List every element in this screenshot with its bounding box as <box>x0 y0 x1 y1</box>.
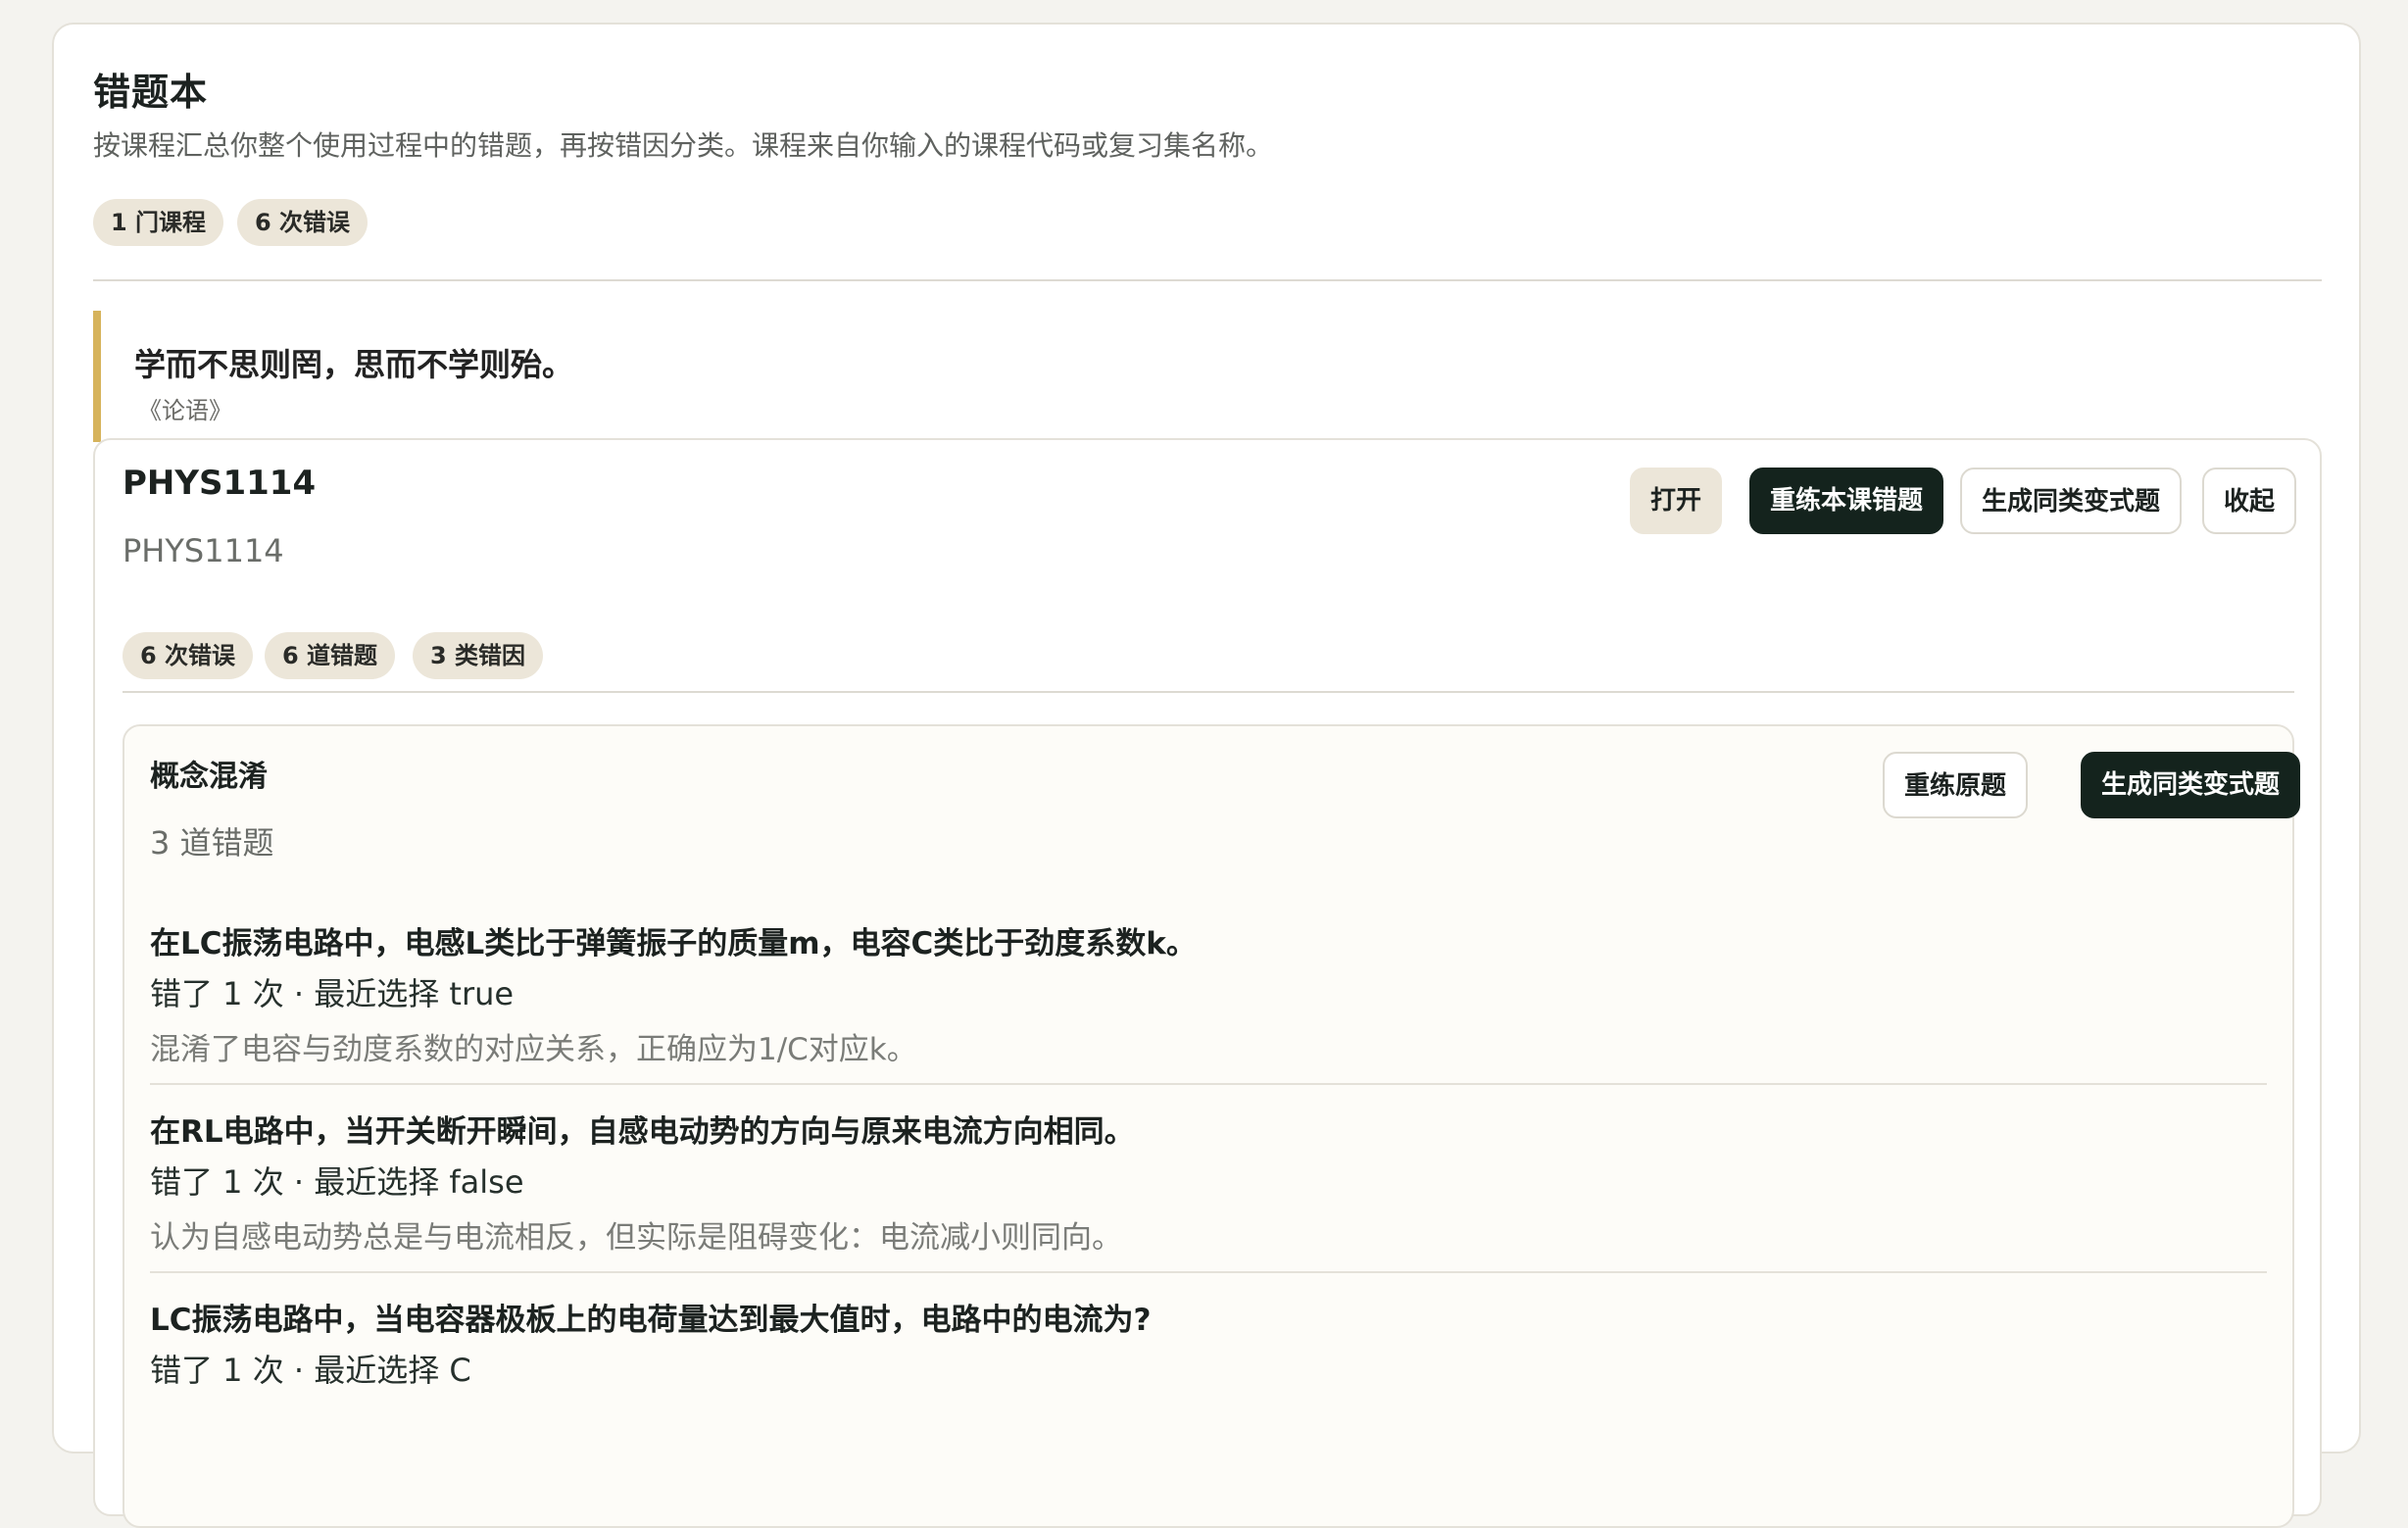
quote-source: 《论语》 <box>138 397 232 424</box>
badge-course-count: 1 门课程 <box>93 199 224 246</box>
course-code: PHYS1114 <box>123 464 317 503</box>
open-course-button[interactable]: 打开 <box>1630 468 1723 534</box>
mistake-meta: 错了 1 次 · 最近选择 C <box>150 1352 471 1389</box>
course-card: PHYS1114 PHYS1114 打开 重练本课错题 生成同类变式题 收起 6… <box>93 438 2322 1528</box>
mistake-note: 认为自感电动势总是与电流相反，但实际是阻碍变化：电流减小则同向。 <box>150 1220 1122 1256</box>
mistake-meta: 错了 1 次 · 最近选择 false <box>150 1163 524 1201</box>
mistake-item[interactable]: LC振荡电路中，当电容器极板上的电荷量达到最大值时，电路中的电流为? 错了 1 … <box>150 1295 2267 1461</box>
mistake-question: 在RL电路中，当开关断开瞬间，自感电动势的方向与原来电流方向相同。 <box>150 1114 1135 1150</box>
course-name: PHYS1114 <box>123 532 284 569</box>
quote-block: 学而不思则罔，思而不学则殆。 《论语》 <box>93 311 2328 442</box>
mistake-question: LC振荡电路中，当电容器极板上的电荷量达到最大值时，电路中的电流为? <box>150 1303 1152 1338</box>
header-divider <box>93 279 2322 281</box>
cause-group-card: 概念混淆 3 道错题 重练原题 生成同类变式题 在LC振荡电路中，电感L类比于弹… <box>123 724 2301 1528</box>
course-divider <box>123 691 2294 693</box>
mistake-item[interactable]: 在LC振荡电路中，电感L类比于弹簧振子的质量m，电容C类比于劲度系数k。 错了 … <box>150 918 2267 1085</box>
page-title: 错题本 <box>93 71 209 114</box>
mistake-book-panel: 错题本 按课程汇总你整个使用过程中的错题，再按错因分类。课程来自你输入的课程代码… <box>52 23 2361 1528</box>
badge-error-count: 6 次错误 <box>237 199 369 246</box>
course-badge-causes: 3 类错因 <box>413 632 544 679</box>
course-badge-errors: 6 次错误 <box>123 632 254 679</box>
mistake-meta: 错了 1 次 · 最近选择 true <box>150 975 515 1012</box>
cause-group-count: 3 道错题 <box>150 824 274 862</box>
mistake-note: 混淆了电容与劲度系数的对应关系，正确应为1/C对应k。 <box>150 1032 917 1067</box>
retry-original-button[interactable]: 重练原题 <box>1883 752 2029 818</box>
mistake-divider <box>150 1271 2267 1273</box>
page-subtitle: 按课程汇总你整个使用过程中的错题，再按错因分类。课程来自你输入的课程代码或复习集… <box>93 129 1274 162</box>
mistake-question: 在LC振荡电路中，电感L类比于弹簧振子的质量m，电容C类比于劲度系数k。 <box>150 926 1197 961</box>
mistake-item[interactable]: 在RL电路中，当开关断开瞬间，自感电动势的方向与原来电流方向相同。 错了 1 次… <box>150 1107 2267 1273</box>
collapse-course-button[interactable]: 收起 <box>2202 468 2297 534</box>
cause-group-title: 概念混淆 <box>150 760 268 794</box>
generate-group-variants-button[interactable]: 生成同类变式题 <box>2081 752 2301 818</box>
course-badge-questions: 6 道错题 <box>265 632 396 679</box>
quote-text: 学而不思则罔，思而不学则殆。 <box>134 346 574 383</box>
generate-course-variants-button[interactable]: 生成同类变式题 <box>1960 468 2183 534</box>
retry-course-mistakes-button[interactable]: 重练本课错题 <box>1749 468 1944 534</box>
mistake-divider <box>150 1083 2267 1085</box>
